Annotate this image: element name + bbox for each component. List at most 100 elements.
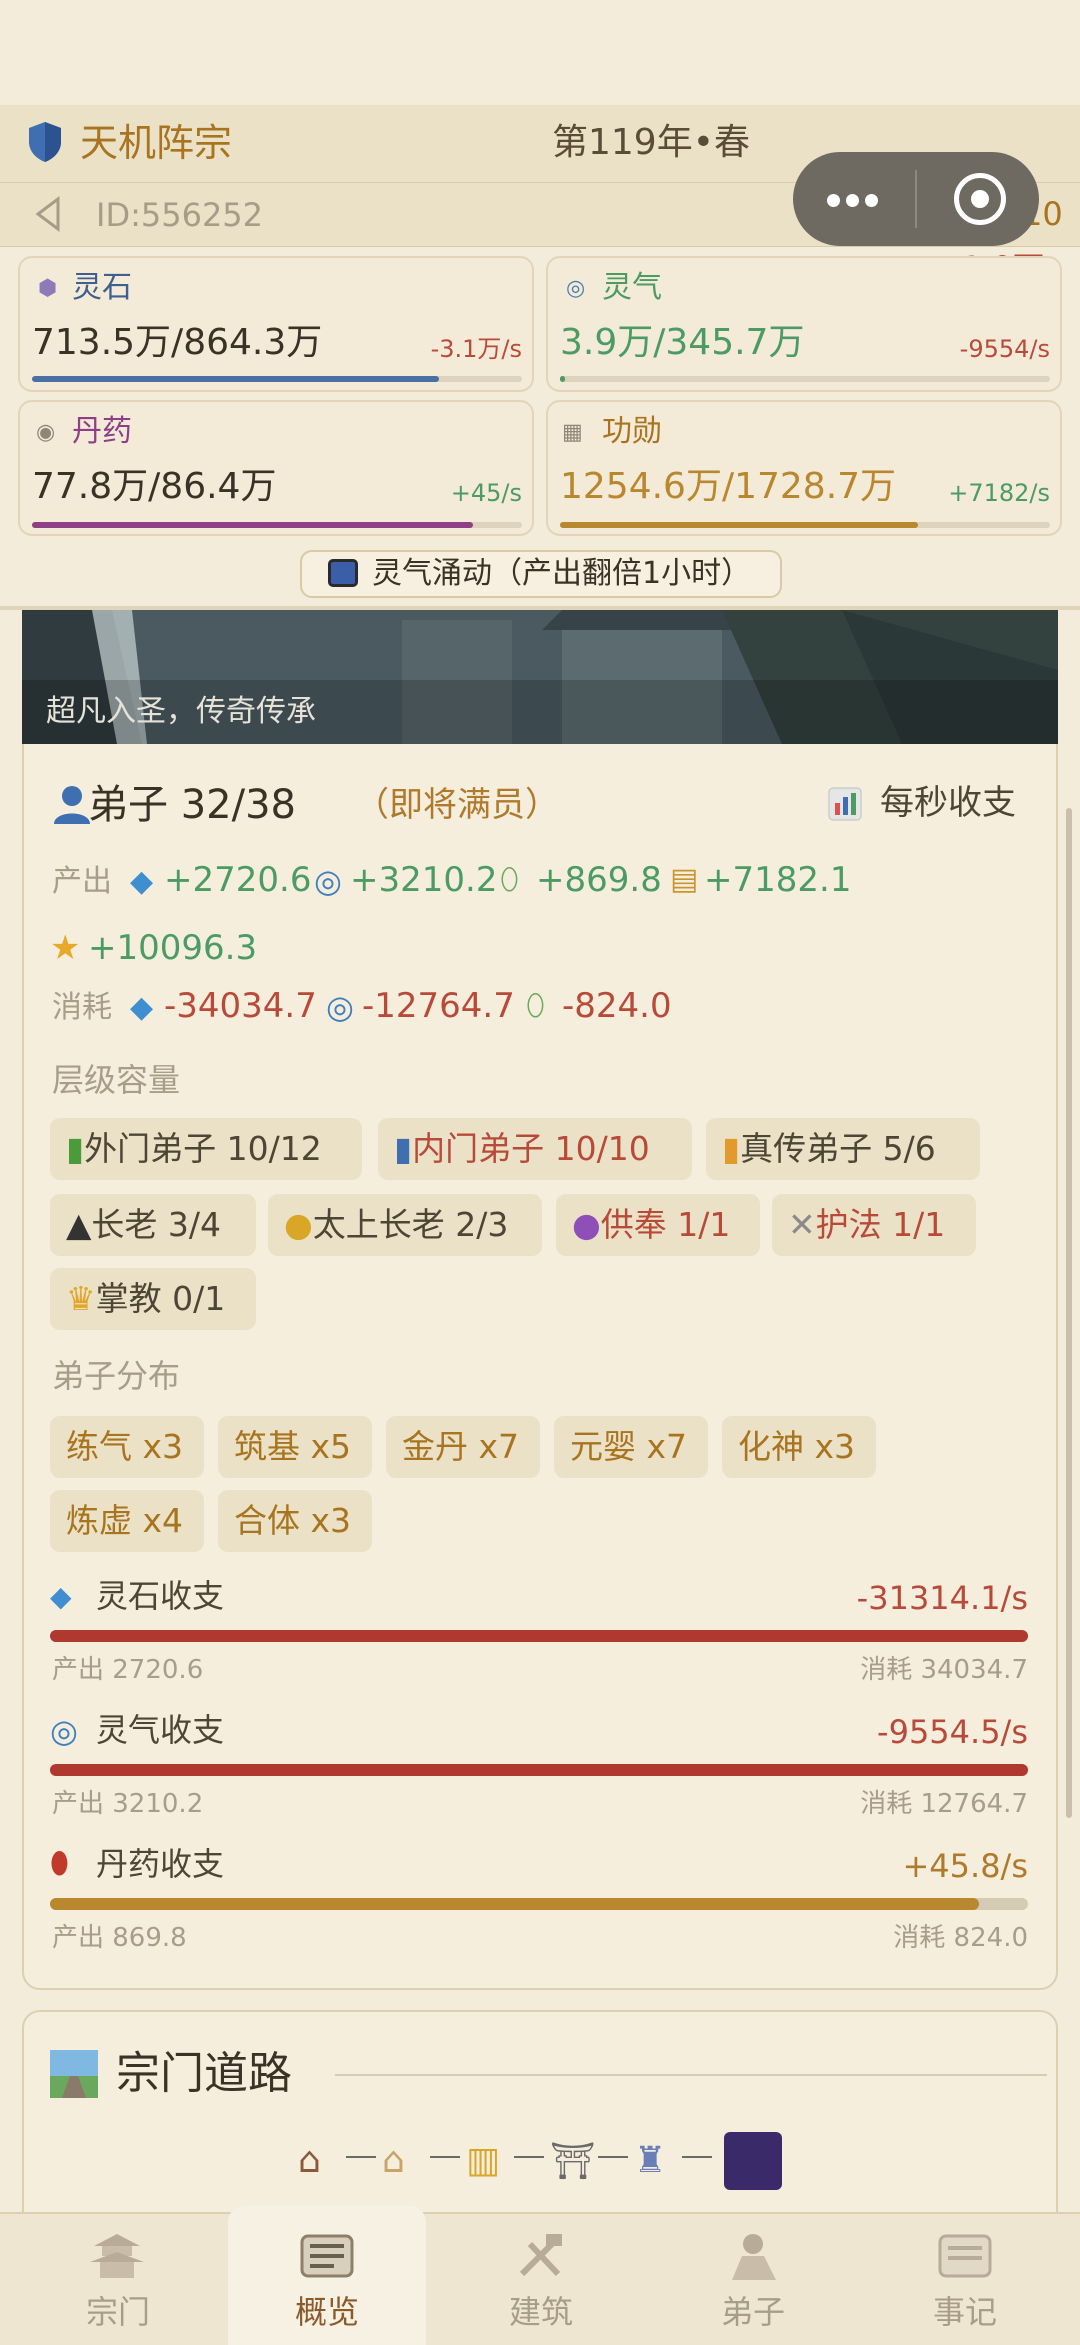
pill-tube-icon: ⬯ xyxy=(500,862,519,897)
resource-name: 丹药 xyxy=(72,414,132,449)
close-target-dot xyxy=(971,190,989,208)
resource-name: 功勋 xyxy=(602,414,662,449)
flow-title: 丹药收支 xyxy=(96,1845,225,1883)
tier-label: 护法 1/1 xyxy=(815,1205,946,1244)
road-connector xyxy=(514,2156,544,2158)
resource-value: 77.8万/86.4万 xyxy=(32,466,277,507)
consume-qi: -12764.7 xyxy=(362,986,515,1026)
flow-title: 灵石收支 xyxy=(96,1577,225,1615)
tab-buildings[interactable]: 建筑 xyxy=(481,2292,601,2332)
pill-tube-icon: ⬯ xyxy=(526,988,545,1023)
tier-tag[interactable]: ▮内门弟子 10/10 xyxy=(378,1118,692,1180)
output-stone: +2720.6 xyxy=(164,860,312,900)
tier-tag[interactable]: ●太上长老 2/3 xyxy=(268,1194,542,1256)
tier-label: 掌教 0/1 xyxy=(95,1279,226,1318)
tier-tag[interactable]: ●供奉 1/1 xyxy=(556,1194,760,1256)
scrollbar[interactable] xyxy=(1066,808,1072,1818)
disciple-count: 弟子 32/38 xyxy=(88,782,296,828)
tier-tag[interactable]: ▮外门弟子 10/12 xyxy=(50,1118,362,1180)
blue-book-icon: ▮ xyxy=(394,1129,413,1168)
output-pill: +869.8 xyxy=(536,860,662,900)
crystal-ball-icon: ● xyxy=(572,1205,601,1244)
qi-swirl-icon: ◎ xyxy=(326,988,354,1026)
road-connector xyxy=(430,2156,460,2158)
tier-tag[interactable]: ▲长老 3/4 xyxy=(50,1194,256,1256)
bar-chart-icon[interactable] xyxy=(828,787,862,821)
tier-label: 内门弟子 10/10 xyxy=(412,1129,650,1168)
tier-label: 长老 3/4 xyxy=(91,1205,221,1244)
resource-name: 灵气 xyxy=(602,270,662,305)
realm-tag[interactable]: 化神 x3 xyxy=(722,1416,876,1478)
qi-swirl-icon: ◎ xyxy=(314,862,342,900)
hut-icon: ⌂ xyxy=(298,2140,321,2181)
resource-value: 3.9万/345.7万 xyxy=(560,322,805,363)
pagoda-icon[interactable] xyxy=(86,2228,148,2284)
tier-label: 外门弟子 10/12 xyxy=(84,1129,322,1168)
diamond-icon: ◆ xyxy=(50,1580,72,1613)
tier-label: 太上长老 2/3 xyxy=(312,1205,509,1244)
year-season: 第119年•春 xyxy=(552,122,750,163)
more-dot[interactable] xyxy=(846,194,859,207)
school-icon: ▥ xyxy=(466,2140,501,2181)
tv-icon xyxy=(328,559,358,587)
qi-swirl-icon: ◎ xyxy=(566,276,586,301)
resource-rate: -9554/s xyxy=(959,335,1050,363)
realm-tag[interactable]: 金丹 x7 xyxy=(386,1416,540,1478)
back-arrow-icon[interactable] xyxy=(30,193,66,235)
realm-tag[interactable]: 元婴 x7 xyxy=(554,1416,708,1478)
disciple-icon[interactable] xyxy=(722,2228,784,2284)
tier-tag[interactable]: ▮真传弟子 5/6 xyxy=(706,1118,980,1180)
tab-overview[interactable]: 概览 xyxy=(267,2292,387,2332)
galaxy-icon xyxy=(724,2132,782,2190)
scroll-icon: ▤ xyxy=(670,862,699,897)
resource-value: 713.5万/864.3万 xyxy=(32,322,323,363)
record-icon[interactable] xyxy=(934,2228,996,2284)
consume-label: 消耗 xyxy=(52,990,112,1025)
flow-consume: 消耗 12764.7 xyxy=(860,1789,1028,1819)
tab-disciples[interactable]: 弟子 xyxy=(693,2292,813,2332)
resource-rate: +45/s xyxy=(450,479,522,507)
flow-value: +45.8/s xyxy=(902,1847,1028,1885)
resource-bar-track xyxy=(560,376,1050,382)
spirit-stone-icon: ⬢ xyxy=(38,276,58,301)
flow-output: 产出 3210.2 xyxy=(52,1789,204,1819)
scroll-icon[interactable] xyxy=(296,2228,358,2284)
diamond-icon: ◆ xyxy=(130,990,154,1025)
realm-tag[interactable]: 练气 x3 xyxy=(50,1416,204,1478)
flow-bar-fill xyxy=(50,1630,1028,1642)
tier-tag[interactable]: ♛掌教 0/1 xyxy=(50,1268,256,1330)
green-book-icon: ▮ xyxy=(66,1129,85,1168)
tab-sect[interactable]: 宗门 xyxy=(58,2292,178,2332)
realm-tag[interactable]: 筑基 x5 xyxy=(218,1416,372,1478)
diamond-icon: ◆ xyxy=(130,864,154,899)
temple-icon: ⛩ xyxy=(550,2141,596,2182)
output-merit: +7182.1 xyxy=(704,860,852,900)
tools-icon[interactable] xyxy=(510,2228,572,2284)
flow-value: -31314.1/s xyxy=(856,1579,1028,1617)
per-second-button[interactable]: 每秒收支 xyxy=(880,780,1016,826)
resource-bar-fill xyxy=(32,376,439,382)
user-id: ID:556252 xyxy=(96,196,264,234)
consume-stone: -34034.7 xyxy=(164,986,317,1026)
pill-icon: ◉ xyxy=(36,420,56,445)
realm-tag[interactable]: 合体 x3 xyxy=(218,1490,372,1552)
flow-consume: 消耗 824.0 xyxy=(893,1923,1028,1953)
disciple-full-note: （即将满员） xyxy=(355,785,559,825)
resource-value: 1254.6万/1728.7万 xyxy=(560,466,897,507)
status-bar xyxy=(0,0,1080,105)
flow-output: 产出 869.8 xyxy=(52,1923,187,1953)
grad-cap-icon: ▲ xyxy=(66,1205,92,1244)
road-connector xyxy=(682,2156,712,2158)
tab-records[interactable]: 事记 xyxy=(905,2292,1025,2332)
title-underline xyxy=(335,2074,1047,2076)
more-dot[interactable] xyxy=(865,194,878,207)
star-icon: ★ xyxy=(50,928,81,968)
output-star: +10096.3 xyxy=(88,928,258,968)
realm-tag[interactable]: 炼虚 x4 xyxy=(50,1490,204,1552)
crown-icon: ♛ xyxy=(66,1279,96,1318)
tier-tag[interactable]: ✕护法 1/1 xyxy=(772,1194,976,1256)
resource-rate: +7182/s xyxy=(948,479,1050,507)
railway-icon xyxy=(50,2050,98,2098)
merit-icon: ▦ xyxy=(562,420,583,445)
more-dot[interactable] xyxy=(827,194,840,207)
